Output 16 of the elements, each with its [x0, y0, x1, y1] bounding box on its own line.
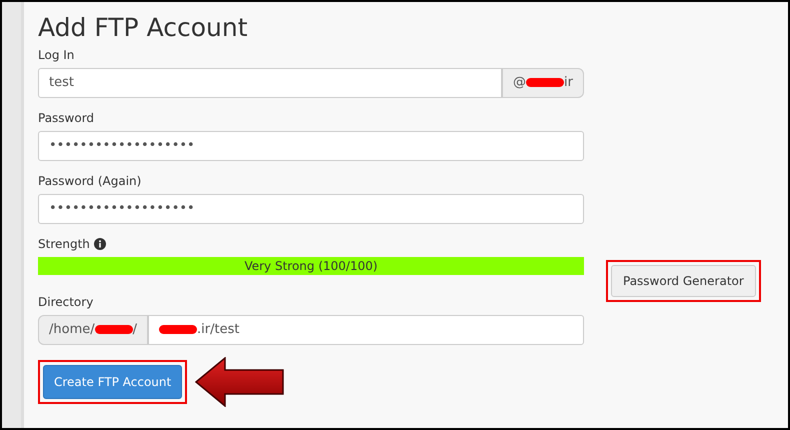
field-label: Password: [38, 110, 94, 126]
field-label: Directory: [38, 294, 94, 310]
password-generator-button[interactable]: Password Generator: [611, 265, 756, 297]
directory-prefix: /home/ /: [38, 314, 148, 344]
page-title: Add FTP Account: [38, 14, 249, 42]
password-field[interactable]: •••••••••••••••••••: [38, 194, 584, 224]
directory-field[interactable]: .ir/test: [148, 314, 584, 344]
field-label: Log In: [38, 48, 74, 62]
strength-reading: Very Strong (100/100): [243, 258, 379, 274]
create-account-button[interactable]: Create FTP Account: [43, 364, 182, 398]
field-label: Strength: [38, 236, 90, 252]
field-label: Password (Again): [38, 174, 142, 188]
domain-suffix: @ ir: [502, 68, 584, 98]
info-icon[interactable]: [94, 238, 106, 250]
login-field[interactable]: test: [38, 68, 502, 98]
password-field[interactable]: •••••••••••••••••••: [38, 130, 584, 160]
